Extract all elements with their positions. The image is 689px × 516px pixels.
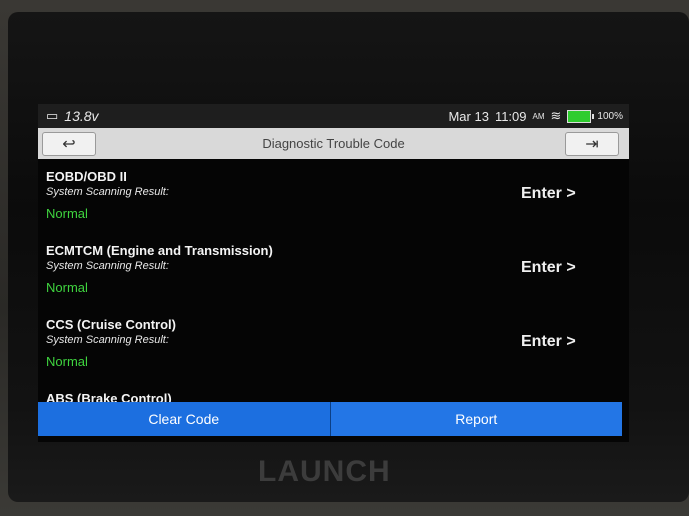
voltage-readout: 13.8v — [64, 108, 99, 124]
list-item[interactable]: CCS (Cruise Control) System Scanning Res… — [46, 307, 621, 377]
status-normal: Normal — [46, 354, 88, 369]
battery-icon — [567, 109, 595, 123]
date-label: Mar 13 — [448, 108, 489, 124]
list-item[interactable]: ECMTCM (Engine and Transmission) System … — [46, 233, 621, 303]
title-bar: ↩ Diagnostic Trouble Code ⇥ — [38, 128, 629, 159]
scan-result-label: System Scanning Result: — [46, 260, 169, 272]
status-normal: Normal — [46, 280, 88, 295]
clear-code-button[interactable]: Clear Code — [38, 402, 330, 436]
list-item[interactable]: EOBD/OBD II System Scanning Result: Norm… — [46, 159, 621, 229]
exit-icon: ⇥ — [585, 136, 599, 153]
brand-logo: LAUNCH — [258, 455, 391, 488]
page-title: Diagnostic Trouble Code — [262, 136, 405, 151]
scan-result-label: System Scanning Result: — [46, 186, 169, 198]
battery-percent: 100% — [597, 110, 623, 122]
system-name: CCS (Cruise Control) — [46, 317, 176, 332]
enter-button[interactable]: Enter > — [521, 259, 576, 277]
vehicle-battery-icon: ▭ — [46, 108, 59, 123]
device-screen: ▭ 13.8v Mar 13 11:09 AM ≋ 100% ↩ Diagnos… — [38, 104, 629, 442]
system-name: ECMTCM (Engine and Transmission) — [46, 243, 273, 258]
system-list: EOBD/OBD II System Scanning Result: Norm… — [38, 159, 629, 402]
enter-button[interactable]: Enter > — [521, 333, 576, 351]
bottom-action-bar: Clear Code Report — [38, 402, 622, 436]
wifi-icon: ≋ — [550, 108, 562, 123]
list-item[interactable]: ABS (Brake Control) — [46, 381, 621, 402]
status-normal: Normal — [46, 206, 88, 221]
report-button[interactable]: Report — [329, 402, 622, 436]
exit-button[interactable]: ⇥ — [565, 132, 619, 156]
ampm-label: AM — [532, 111, 545, 121]
status-bar: ▭ 13.8v Mar 13 11:09 AM ≋ 100% — [38, 104, 629, 128]
time-label: 11:09 — [494, 108, 527, 124]
system-name: ABS (Brake Control) — [46, 391, 172, 402]
enter-button[interactable]: Enter > — [521, 185, 576, 203]
system-name: EOBD/OBD II — [46, 169, 127, 184]
scan-result-label: System Scanning Result: — [46, 334, 169, 346]
